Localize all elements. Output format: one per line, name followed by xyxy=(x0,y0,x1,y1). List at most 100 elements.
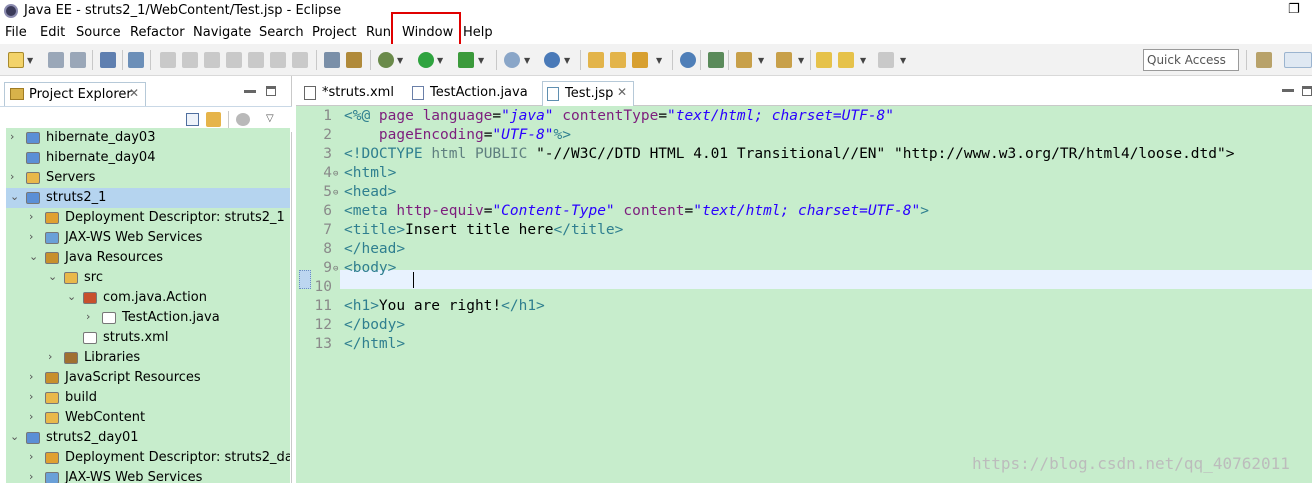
step-into-icon[interactable] xyxy=(248,52,264,68)
tree-item[interactable]: › hibernate_day03 xyxy=(6,128,290,148)
collapsed-arrow-icon[interactable]: › xyxy=(29,470,33,483)
new-icon[interactable] xyxy=(8,52,24,68)
new-server-dropdown-icon[interactable]: ▼ xyxy=(524,56,530,65)
toggle-mark-icon[interactable] xyxy=(324,52,340,68)
maximize-icon[interactable] xyxy=(1302,86,1312,96)
menu-source[interactable]: Source xyxy=(76,25,121,40)
new-class-icon[interactable] xyxy=(544,52,560,68)
tree-item[interactable]: hibernate_day04 xyxy=(6,148,290,168)
previous-annotation-icon[interactable] xyxy=(776,52,792,68)
tree-item[interactable]: ⌄ struts2_1 xyxy=(6,188,290,208)
next-annotation-icon[interactable] xyxy=(736,52,752,68)
tree-item[interactable]: ⌄ Java Resources xyxy=(6,248,290,268)
refresh-icon[interactable] xyxy=(708,52,724,68)
collapse-all-icon[interactable] xyxy=(186,113,199,126)
back-icon[interactable] xyxy=(838,52,854,68)
last-edit-icon[interactable] xyxy=(816,52,832,68)
menu-project[interactable]: Project xyxy=(312,25,356,40)
quick-access-input[interactable]: Quick Access xyxy=(1143,49,1239,71)
collapsed-arrow-icon[interactable]: › xyxy=(29,450,33,463)
select-working-set-icon[interactable] xyxy=(236,113,250,126)
collapsed-arrow-icon[interactable]: › xyxy=(10,170,14,183)
close-icon[interactable]: ✕ xyxy=(129,86,139,100)
server-icon[interactable] xyxy=(346,52,362,68)
menu-run[interactable]: Run xyxy=(366,25,391,40)
terminate-icon[interactable] xyxy=(204,52,220,68)
skip-breakpoints-icon[interactable] xyxy=(128,52,144,68)
code-editor[interactable]: 1 2 3 4 ⊖ 5 ⊖ 6 7 8 9 ⊖ 10 11 12 13 <%@ page language="… xyxy=(296,106,1312,483)
debug-dropdown-icon[interactable]: ▼ xyxy=(397,56,403,65)
search-dropdown-icon[interactable]: ▼ xyxy=(656,56,662,65)
restore-window-icon[interactable]: ❐ xyxy=(1288,2,1300,17)
run-dropdown-icon[interactable]: ▼ xyxy=(437,56,443,65)
collapsed-arrow-icon[interactable]: › xyxy=(48,350,52,363)
expanded-arrow-icon[interactable]: ⌄ xyxy=(10,430,19,443)
tree-item[interactable]: ⌄ com.java.Action xyxy=(6,288,290,308)
tree-item[interactable]: › Servers xyxy=(6,168,290,188)
tab-testaction-java[interactable]: TestAction.java xyxy=(408,81,530,106)
tree-item[interactable]: › TestAction.java xyxy=(6,308,290,328)
tree-item[interactable]: ⌄ src xyxy=(6,268,290,288)
next-annotation-dropdown-icon[interactable]: ▼ xyxy=(758,56,764,65)
tree-item[interactable]: › Deployment Descriptor: struts2_day01 xyxy=(6,448,290,468)
debug-icon[interactable] xyxy=(378,52,394,68)
open-console-icon[interactable] xyxy=(100,52,116,68)
tree-item[interactable]: ⌄ struts2_day01 xyxy=(6,428,290,448)
disconnect-icon[interactable] xyxy=(226,52,242,68)
run-icon[interactable] xyxy=(418,52,434,68)
menu-search[interactable]: Search xyxy=(259,25,304,40)
back-dropdown-icon[interactable]: ▼ xyxy=(860,56,866,65)
open-type-icon[interactable] xyxy=(588,52,604,68)
new-class-dropdown-icon[interactable]: ▼ xyxy=(564,56,570,65)
menu-refactor[interactable]: Refactor xyxy=(130,25,185,40)
menu-help[interactable]: Help xyxy=(463,25,493,40)
new-dropdown-icon[interactable]: ▼ xyxy=(27,56,33,65)
suspend-icon[interactable] xyxy=(182,52,198,68)
tab-struts-xml[interactable]: *struts.xml xyxy=(300,81,400,106)
expanded-arrow-icon[interactable]: ⌄ xyxy=(29,250,38,263)
tree-item[interactable]: › JavaScript Resources xyxy=(6,368,290,388)
javaee-perspective-button[interactable] xyxy=(1284,52,1312,68)
close-icon[interactable]: ✕ xyxy=(617,85,627,99)
search-tool-icon[interactable] xyxy=(632,52,648,68)
step-return-icon[interactable] xyxy=(292,52,308,68)
view-menu-icon[interactable]: ▽ xyxy=(266,113,274,124)
maximize-icon[interactable] xyxy=(266,86,276,96)
web-browser-icon[interactable] xyxy=(680,52,696,68)
collapsed-arrow-icon[interactable]: › xyxy=(29,370,33,383)
collapsed-arrow-icon[interactable]: › xyxy=(29,230,33,243)
expanded-arrow-icon[interactable]: ⌄ xyxy=(48,270,57,283)
menu-navigate[interactable]: Navigate xyxy=(193,25,251,40)
save-icon[interactable] xyxy=(48,52,64,68)
forward-dropdown-icon[interactable]: ▼ xyxy=(900,56,906,65)
previous-annotation-dropdown-icon[interactable]: ▼ xyxy=(798,56,804,65)
step-over-icon[interactable] xyxy=(270,52,286,68)
tree-item[interactable]: › WebContent xyxy=(6,408,290,428)
minimize-icon[interactable] xyxy=(1282,89,1294,92)
collapsed-arrow-icon[interactable]: › xyxy=(29,410,33,423)
menu-edit[interactable]: Edit xyxy=(40,25,65,40)
open-perspective-icon[interactable] xyxy=(1256,52,1272,68)
tree-item[interactable]: › build xyxy=(6,388,290,408)
tab-test-jsp[interactable]: Test.jsp ✕ xyxy=(542,81,634,106)
forward-icon[interactable] xyxy=(878,52,894,68)
save-all-icon[interactable] xyxy=(70,52,86,68)
expanded-arrow-icon[interactable]: ⌄ xyxy=(10,190,19,203)
collapsed-arrow-icon[interactable]: › xyxy=(86,310,90,323)
new-server-icon[interactable] xyxy=(504,52,520,68)
minimize-icon[interactable] xyxy=(244,90,256,93)
menu-file[interactable]: File xyxy=(5,25,27,40)
external-tools-dropdown-icon[interactable]: ▼ xyxy=(478,56,484,65)
tree-item[interactable]: › Deployment Descriptor: struts2_1 xyxy=(6,208,290,228)
collapsed-arrow-icon[interactable]: › xyxy=(29,210,33,223)
expanded-arrow-icon[interactable]: ⌄ xyxy=(67,290,76,303)
tab-project-explorer[interactable]: Project Explorer ✕ xyxy=(4,82,146,106)
tree-item[interactable]: › JAX-WS Web Services xyxy=(6,468,290,483)
tree-item[interactable]: struts.xml xyxy=(6,328,290,348)
external-tools-icon[interactable] xyxy=(458,52,474,68)
open-task-icon[interactable] xyxy=(610,52,626,68)
tree-item[interactable]: › JAX-WS Web Services xyxy=(6,228,290,248)
resume-icon[interactable] xyxy=(160,52,176,68)
collapsed-arrow-icon[interactable]: › xyxy=(10,130,14,143)
collapsed-arrow-icon[interactable]: › xyxy=(29,390,33,403)
